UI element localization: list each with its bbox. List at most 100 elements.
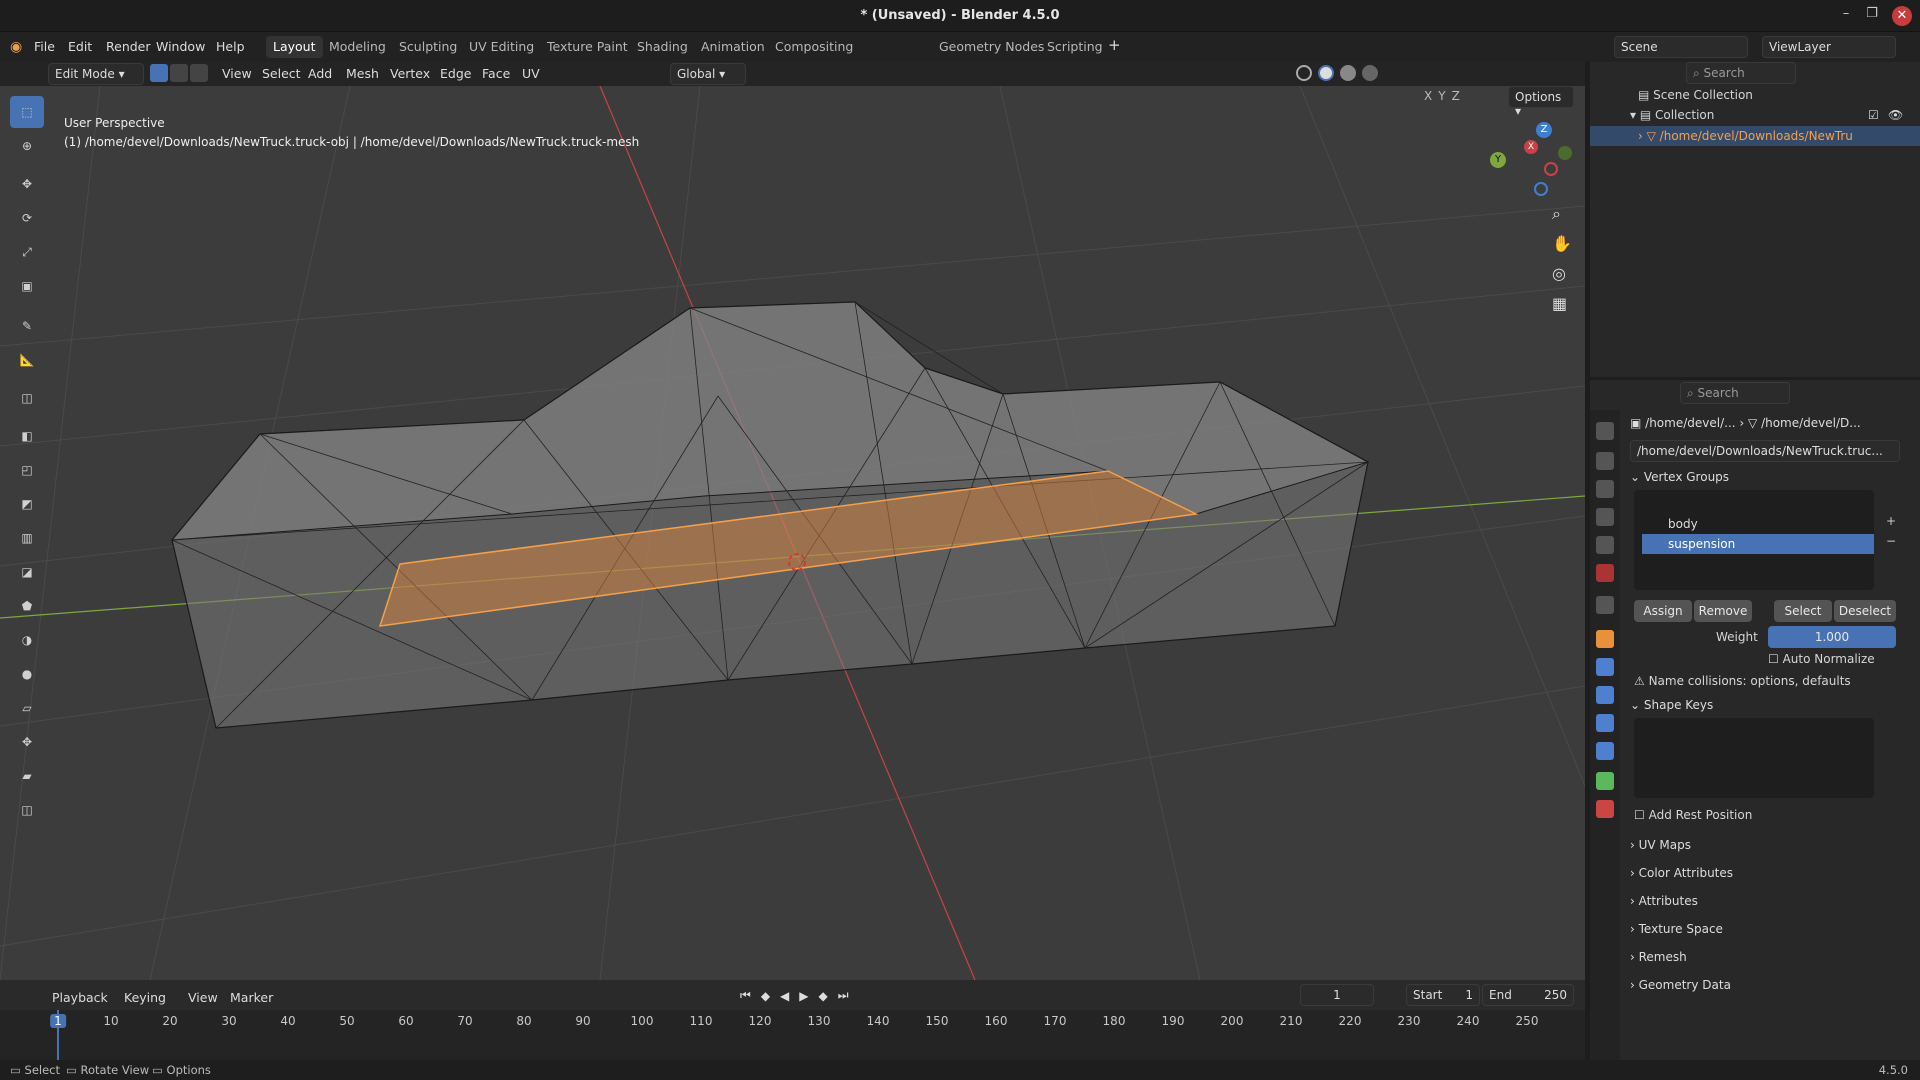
attributes-header[interactable]: › Attributes [1630, 894, 1698, 914]
annotate-tool-icon[interactable]: ✎ [10, 310, 44, 342]
jump-start-icon[interactable]: ⏮ [740, 988, 751, 1003]
viewport-menu-add[interactable]: Add [308, 66, 332, 81]
move-tool-icon[interactable]: ✥ [10, 168, 44, 200]
maximize-icon[interactable]: ❐ [1860, 6, 1884, 26]
rotate-tool-icon[interactable]: ⟳ [10, 202, 44, 234]
loop-cut-tool-icon[interactable]: ▥ [10, 522, 44, 554]
bevel-tool-icon[interactable]: ◩ [10, 488, 44, 520]
tab-layout[interactable]: Layout [266, 36, 323, 58]
tab-modeling[interactable]: Modeling [322, 36, 393, 58]
object-row[interactable]: › ▽ /home/devel/Downloads/NewTru [1590, 126, 1920, 146]
play-icon[interactable]: ▶ [799, 989, 808, 1003]
viewport-menu-uv[interactable]: UV [522, 66, 540, 81]
end-frame-field[interactable]: End 250 [1482, 984, 1574, 1006]
mirror-y-toggle[interactable]: Y [1438, 89, 1445, 103]
color-attributes-header[interactable]: › Color Attributes [1630, 866, 1733, 886]
texture-space-header[interactable]: › Texture Space [1630, 922, 1723, 942]
vertex-groups-header[interactable]: ⌄ Vertex Groups [1630, 470, 1729, 490]
neg-x-axis-icon[interactable] [1544, 162, 1558, 176]
outliner-search[interactable]: ⌕ Search [1686, 62, 1796, 84]
prev-keyframe-icon[interactable]: ◆ [761, 989, 770, 1003]
menu-file[interactable]: File [34, 39, 55, 54]
collection-row[interactable]: ▾ ▤ Collection ☑ 👁 [1630, 108, 1920, 122]
neg-y-axis-icon[interactable] [1558, 146, 1572, 160]
neg-z-axis-icon[interactable] [1534, 182, 1548, 196]
extrude-tool-icon[interactable]: ◧ [10, 420, 44, 452]
tool-tab-icon[interactable] [1596, 422, 1614, 440]
face-select-icon[interactable] [190, 64, 208, 82]
inset-tool-icon[interactable]: ◰ [10, 454, 44, 486]
tab-shading[interactable]: Shading [630, 36, 695, 58]
output-tab-icon[interactable] [1596, 480, 1614, 498]
viewport-menu-view[interactable]: View [222, 66, 252, 81]
minimize-icon[interactable]: – [1834, 6, 1858, 26]
auto-normalize-checkbox[interactable]: ☐ Auto Normalize [1768, 652, 1875, 666]
wireframe-shading-icon[interactable] [1296, 65, 1312, 81]
remesh-header[interactable]: › Remesh [1630, 950, 1687, 970]
knife-tool-icon[interactable]: ◪ [10, 556, 44, 588]
3d-viewport[interactable]: ⬚ ⊕ ✥ ⟳ ⤢ ▣ ✎ 📐 ◫ ◧ ◰ ◩ ▥ ◪ ⬟ ◑ ● ▱ ✥ ▰ … [0, 86, 1585, 980]
mesh-data-tab-icon[interactable] [1596, 772, 1614, 790]
viewport-menu-face[interactable]: Face [482, 66, 510, 81]
tab-texture-paint[interactable]: Texture Paint [540, 36, 635, 58]
start-frame-field[interactable]: Start 1 [1406, 984, 1480, 1006]
menu-help[interactable]: Help [216, 39, 245, 54]
modifier-tab-icon[interactable] [1596, 658, 1614, 676]
poly-build-tool-icon[interactable]: ⬟ [10, 590, 44, 622]
shape-keys-header[interactable]: ⌄ Shape Keys [1630, 698, 1713, 718]
add-workspace-icon[interactable]: + [1108, 36, 1121, 54]
add-group-icon[interactable]: + [1886, 514, 1896, 528]
menu-render[interactable]: Render [106, 39, 151, 54]
tab-animation[interactable]: Animation [694, 36, 772, 58]
play-reverse-icon[interactable]: ◀ [780, 989, 789, 1003]
current-frame-field[interactable]: 1 [1300, 984, 1374, 1006]
weight-slider[interactable]: 1.000 [1768, 626, 1896, 648]
remove-group-icon[interactable]: − [1886, 534, 1896, 548]
spin-tool-icon[interactable]: ◑ [10, 624, 44, 656]
timeline-menu-keying[interactable]: Keying [124, 990, 166, 1005]
mesh-name-field[interactable]: /home/devel/Downloads/NewTruck.truc... [1630, 440, 1900, 462]
remove-button[interactable]: Remove [1694, 600, 1752, 622]
measure-tool-icon[interactable]: 📐 [10, 344, 44, 376]
timeline-menu-view[interactable]: View [188, 990, 218, 1005]
collection-tab-icon[interactable] [1596, 596, 1614, 614]
physics-tab-icon[interactable] [1596, 714, 1614, 732]
z-axis-icon[interactable]: Z [1536, 122, 1552, 138]
menu-window[interactable]: Window [156, 39, 205, 54]
mirror-x-toggle[interactable]: X [1424, 89, 1432, 103]
scene-selector[interactable]: Scene [1614, 36, 1748, 58]
edge-select-icon[interactable] [170, 64, 188, 82]
smooth-tool-icon[interactable]: ● [10, 658, 44, 690]
tab-compositing[interactable]: Compositing [768, 36, 860, 58]
jump-end-icon[interactable]: ⏭ [838, 988, 849, 1003]
select-button[interactable]: Select [1774, 600, 1832, 622]
tab-geometry-nodes[interactable]: Geometry Nodes [932, 36, 1051, 58]
zoom-icon[interactable]: ⌕ [1552, 204, 1561, 224]
camera-view-icon[interactable]: ◎ [1552, 264, 1566, 283]
mode-selector[interactable]: Edit Mode ▾ [48, 63, 144, 85]
next-keyframe-icon[interactable]: ◆ [819, 989, 828, 1003]
particles-tab-icon[interactable] [1596, 686, 1614, 704]
add-rest-position-checkbox[interactable]: ☐ Add Rest Position [1634, 808, 1752, 822]
properties-search[interactable]: ⌕ Search [1680, 382, 1790, 404]
viewport-menu-mesh[interactable]: Mesh [346, 66, 379, 81]
shrink-fatten-tool-icon[interactable]: ✥ [10, 726, 44, 758]
transform-orientation-selector[interactable]: Global ▾ [670, 63, 746, 85]
cursor-tool-icon[interactable]: ⊕ [10, 130, 44, 162]
assign-button[interactable]: Assign [1634, 600, 1692, 622]
options-dropdown[interactable]: Options ▾ [1508, 86, 1574, 118]
viewport-menu-vertex[interactable]: Vertex [390, 66, 430, 81]
scale-tool-icon[interactable]: ⤢ [10, 236, 44, 268]
constraints-tab-icon[interactable] [1596, 742, 1614, 760]
viewport-menu-edge[interactable]: Edge [440, 66, 471, 81]
material-tab-icon[interactable] [1596, 800, 1614, 818]
truck-mesh[interactable] [170, 301, 1370, 729]
uv-maps-header[interactable]: › UV Maps [1630, 838, 1691, 858]
edge-slide-tool-icon[interactable]: ▱ [10, 692, 44, 724]
x-axis-icon[interactable]: X [1524, 140, 1538, 154]
y-axis-icon[interactable]: Y [1490, 152, 1506, 168]
rendered-shading-icon[interactable] [1362, 65, 1378, 81]
tab-uv-editing[interactable]: UV Editing [462, 36, 541, 58]
checkbox-icon[interactable]: ☑ [1868, 108, 1879, 122]
close-icon[interactable]: ✕ [1892, 6, 1912, 26]
